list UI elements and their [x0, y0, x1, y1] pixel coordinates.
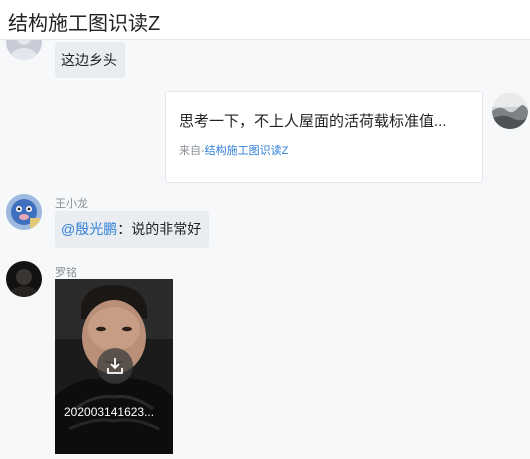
message-text: 这边乡头: [61, 52, 117, 68]
source-prefix: 来自-: [179, 145, 205, 157]
video-message[interactable]: 202003141623...: [55, 279, 173, 454]
shared-card-title: 思考一下，不上人屋面的活荷载标准值...: [179, 113, 447, 130]
mention-link[interactable]: @殷光鹏: [61, 221, 117, 237]
download-icon: [107, 358, 123, 374]
avatar[interactable]: [6, 261, 42, 297]
avatar[interactable]: [6, 40, 42, 60]
chat-header: 结构施工图识读Z: [0, 0, 530, 40]
message-list[interactable]: 这边乡头 思考一下，不上人屋面的活荷载标准值... 来自-结构施工图识读Z 王小…: [0, 40, 530, 459]
sender-name: 王小龙: [55, 198, 88, 210]
shared-card[interactable]: 思考一下，不上人屋面的活荷载标准值... 来自-结构施工图识读Z: [165, 91, 483, 183]
download-button[interactable]: [97, 348, 133, 384]
message-text: ：说的非常好: [117, 221, 202, 237]
message-bubble[interactable]: @殷光鹏：说的非常好: [55, 211, 209, 248]
video-file-name: 202003141623...: [64, 405, 155, 419]
avatar[interactable]: [492, 93, 528, 129]
group-title: 结构施工图识读Z: [8, 13, 161, 35]
message-bubble[interactable]: 这边乡头: [55, 42, 125, 78]
avatar[interactable]: [6, 194, 42, 230]
shared-card-source: 来自-结构施工图识读Z: [179, 142, 288, 158]
source-link[interactable]: 结构施工图识读Z: [205, 145, 289, 157]
sender-name: 罗铭: [55, 267, 77, 279]
